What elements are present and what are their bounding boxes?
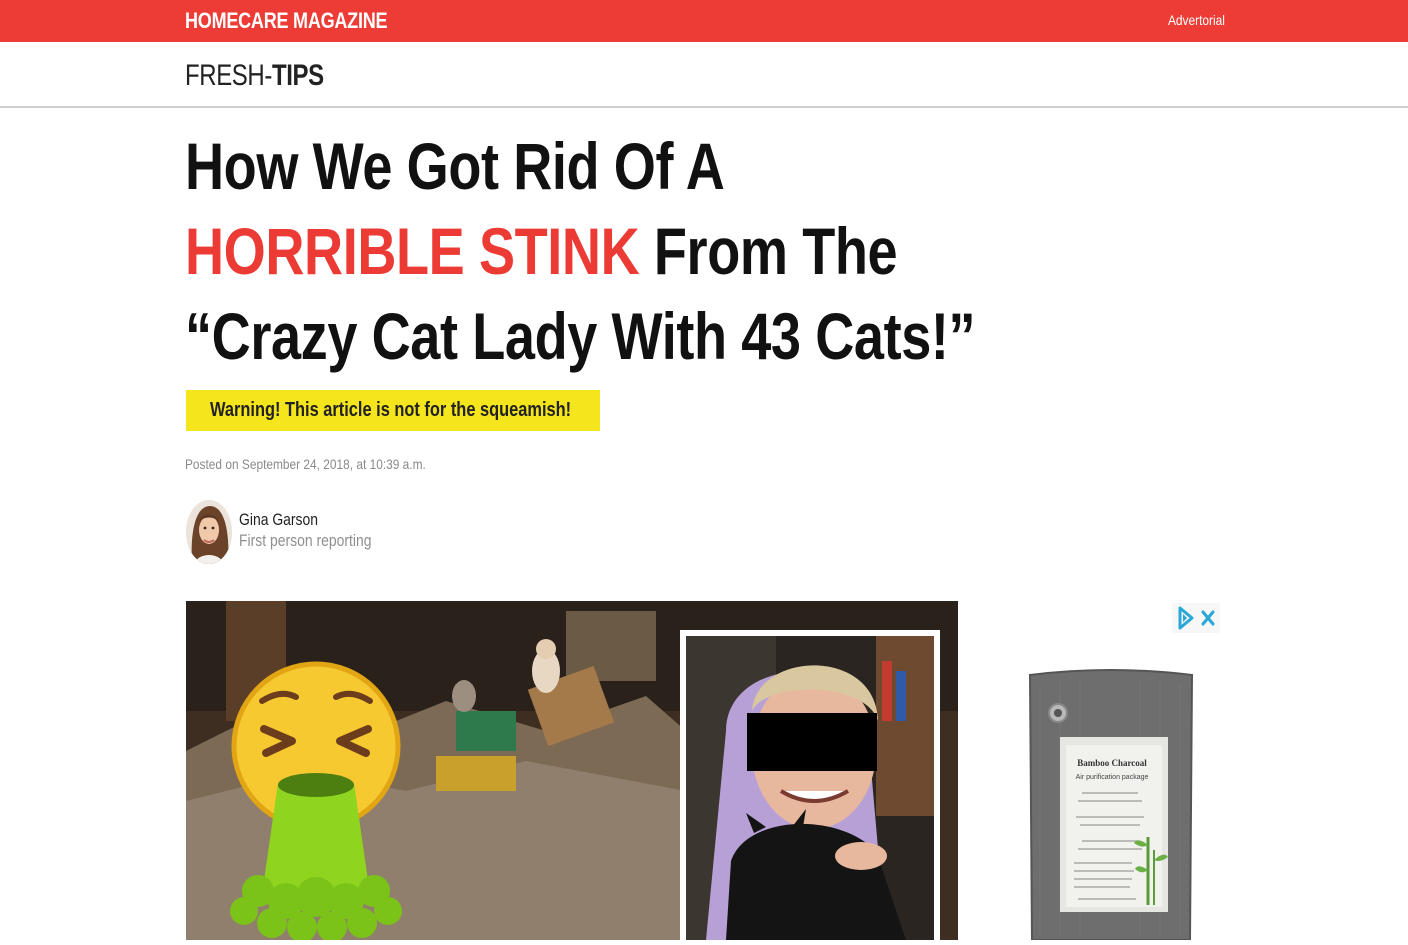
headline-line-2: HORRIBLE STINK From The: [185, 209, 923, 294]
author-photo: [186, 500, 232, 564]
headline-highlight: HORRIBLE STINK: [185, 214, 640, 288]
post-date: Posted on September 24, 2018, at 10:39 a…: [185, 456, 426, 472]
vomiting-emoji: [230, 661, 402, 940]
warning-banner: Warning! This article is not for the squ…: [186, 390, 600, 431]
site-logo[interactable]: FRESH-TIPS: [185, 59, 324, 93]
logo-part-fresh: FRESH-: [185, 59, 272, 92]
brand-name[interactable]: HOMECARE MAGAZINE: [185, 8, 388, 34]
warning-text: Warning! This article is not for the squ…: [210, 399, 572, 421]
ad-product-subtitle: Air purification package: [1076, 774, 1149, 781]
headline-line-1: How We Got Rid Of A: [185, 129, 725, 203]
charcoal-bag-image: Bamboo Charcoal Air purification package: [1028, 669, 1194, 941]
headline-line-2-rest: From The: [639, 214, 898, 288]
top-bar: HOMECARE MAGAZINE Advertorial: [0, 0, 1408, 42]
close-icon[interactable]: [1201, 610, 1215, 626]
hero-image: [186, 601, 958, 940]
author-avatar: [186, 500, 232, 564]
advertorial-label: Advertorial: [1168, 12, 1225, 28]
author-name: Gina Garson: [239, 510, 319, 529]
ad-product-image[interactable]: Bamboo Charcoal Air purification package: [1020, 665, 1200, 941]
author-role: First person reporting: [239, 531, 372, 550]
adchoices-icon[interactable]: [1178, 606, 1194, 630]
headline-line-3: “Crazy Cat Lady With 43 Cats!”: [185, 299, 976, 373]
subnav: FRESH-TIPS: [0, 42, 1408, 108]
hoarder-house-photo: [186, 601, 958, 940]
ad-controls: [1172, 603, 1220, 633]
article-headline: How We Got Rid Of A HORRIBLE STINK From …: [185, 124, 976, 379]
ad-product-title: Bamboo Charcoal: [1077, 758, 1147, 768]
logo-part-tips: TIPS: [271, 59, 324, 92]
